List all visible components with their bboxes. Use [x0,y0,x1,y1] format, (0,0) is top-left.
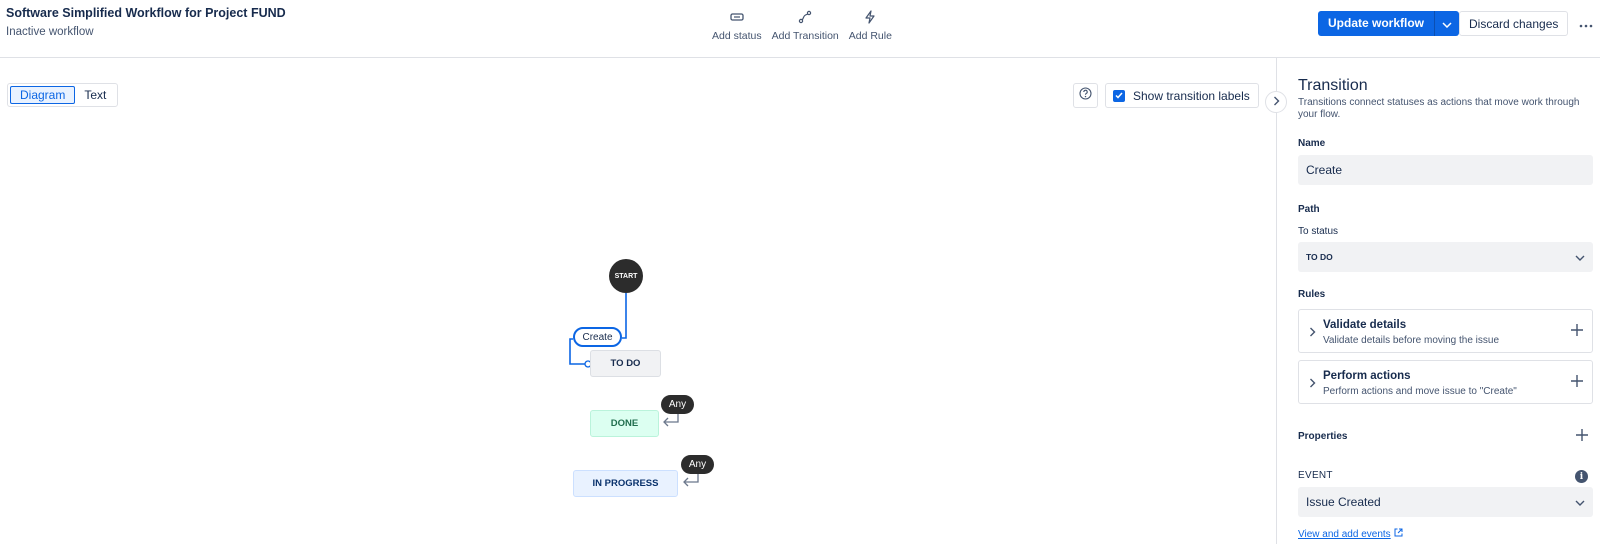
panel-description: Transitions connect statuses as actions … [1298,97,1580,120]
external-link-icon [1394,528,1403,540]
add-status-label: Add status [712,30,762,42]
discard-changes-button[interactable]: Discard changes [1459,11,1569,36]
path-label: Path [1298,204,1320,215]
any-transition-in-progress-label[interactable]: Any [681,455,714,474]
add-icon[interactable] [1570,374,1584,393]
chevron-down-icon [1575,495,1585,509]
chevron-down-icon [1575,250,1585,264]
status-node-in-progress[interactable]: IN PROGRESS [573,470,678,497]
chevron-right-icon [1273,93,1280,111]
workflow-title: Software Simplified Workflow for Project… [6,6,286,20]
add-transition-button[interactable]: Add Transition [772,8,839,42]
chevron-right-icon [1309,324,1316,342]
update-workflow-button[interactable]: Update workflow [1318,11,1435,36]
add-property-button[interactable] [1573,427,1591,445]
transition-details-panel: Transition Transitions connect statuses … [1276,58,1600,544]
add-status-button[interactable]: Add status [712,8,762,42]
to-status-lozenge: TO DO [1306,252,1333,262]
rule-description: Perform actions and move issue to "Creat… [1323,386,1517,397]
any-transition-done-label[interactable]: Any [661,395,694,414]
view-events-link-label: View and add events [1298,528,1391,540]
chevron-down-icon [1442,16,1452,31]
add-rule-button[interactable]: Add Rule [849,8,892,42]
update-workflow-group: Update workflow [1318,11,1460,36]
more-icon [1579,16,1593,31]
rule-perform-actions[interactable]: Perform actions Perform actions and move… [1298,360,1593,404]
to-status-select[interactable]: TO DO [1298,242,1593,272]
add-icon[interactable] [1570,323,1584,342]
workflow-header: Software Simplified Workflow for Project… [0,0,1600,58]
add-rule-label: Add Rule [848,30,892,42]
lightning-icon [861,8,879,26]
status-node-done[interactable]: DONE [590,410,659,437]
transition-name-input[interactable]: Create [1298,155,1593,185]
name-label: Name [1298,138,1326,149]
rules-label: Rules [1298,289,1326,300]
transition-name-value: Create [1306,163,1343,177]
transition-icon [796,8,814,26]
info-icon[interactable]: i [1575,470,1588,483]
add-transition-label: Add Transition [771,30,839,42]
panel-title: Transition [1298,77,1368,94]
create-transition-label[interactable]: Create [573,327,622,347]
properties-label: Properties [1298,431,1348,442]
rule-validate-details[interactable]: Validate details Validate details before… [1298,309,1593,353]
workflow-canvas[interactable]: Diagram Text Show transition labels STAR… [0,58,1276,544]
collapse-panel-button[interactable] [1265,91,1287,113]
start-node: START [609,259,643,293]
event-label: EVENT [1298,470,1333,481]
status-node-todo[interactable]: TO DO [590,350,661,377]
editor-toolbar: Add status Add Transition Add Rule [712,8,892,42]
event-select[interactable]: Issue Created [1298,487,1593,517]
workflow-status: Inactive workflow [6,26,94,38]
view-events-link[interactable]: View and add events [1298,528,1403,540]
status-icon [728,8,746,26]
rule-title: Perform actions [1323,370,1411,382]
rule-description: Validate details before moving the issue [1323,335,1500,346]
more-actions-button[interactable] [1576,14,1596,32]
update-options-button[interactable] [1434,11,1460,36]
event-value: Issue Created [1306,495,1381,509]
to-status-label: To status [1298,226,1339,237]
rule-title: Validate details [1323,319,1407,331]
add-icon [1575,428,1589,445]
chevron-right-icon [1309,375,1316,393]
